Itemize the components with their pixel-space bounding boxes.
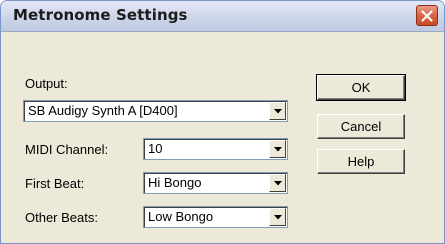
first-beat-dropdown-button[interactable] [269,174,286,192]
title-bar[interactable]: Metronome Settings [1,1,444,32]
first-beat-select[interactable]: Hi Bongo [143,172,288,194]
other-beats-select[interactable]: Low Bongo [143,206,288,228]
dialog-body: Output: SB Audigy Synth A [D400] MIDI Ch… [1,32,444,243]
midi-channel-label: MIDI Channel: [25,142,109,157]
metronome-settings-dialog: Metronome Settings Output: SB Audigy Syn… [0,0,445,244]
ok-button[interactable]: OK [316,74,406,101]
other-beats-dropdown-button[interactable] [269,208,286,226]
first-beat-label: First Beat: [25,176,85,191]
midi-channel-select[interactable]: 10 [143,138,288,160]
output-select-value: SB Audigy Synth A [D400] [28,103,178,118]
output-label: Output: [25,76,68,91]
midi-channel-select-value: 10 [148,141,163,156]
close-icon [421,9,433,22]
midi-channel-dropdown-button[interactable] [269,140,286,158]
help-button[interactable]: Help [317,149,405,174]
first-beat-select-value: Hi Bongo [148,175,202,190]
output-dropdown-button[interactable] [269,102,286,120]
other-beats-select-value: Low Bongo [148,209,214,224]
close-button[interactable] [416,5,438,26]
other-beats-label: Other Beats: [25,210,98,225]
chevron-down-icon [273,214,282,219]
chevron-down-icon [273,146,282,151]
cancel-button[interactable]: Cancel [317,114,405,139]
chevron-down-icon [273,108,282,113]
output-select[interactable]: SB Audigy Synth A [D400] [23,100,288,122]
chevron-down-icon [273,180,282,185]
window-title: Metronome Settings [13,6,188,24]
